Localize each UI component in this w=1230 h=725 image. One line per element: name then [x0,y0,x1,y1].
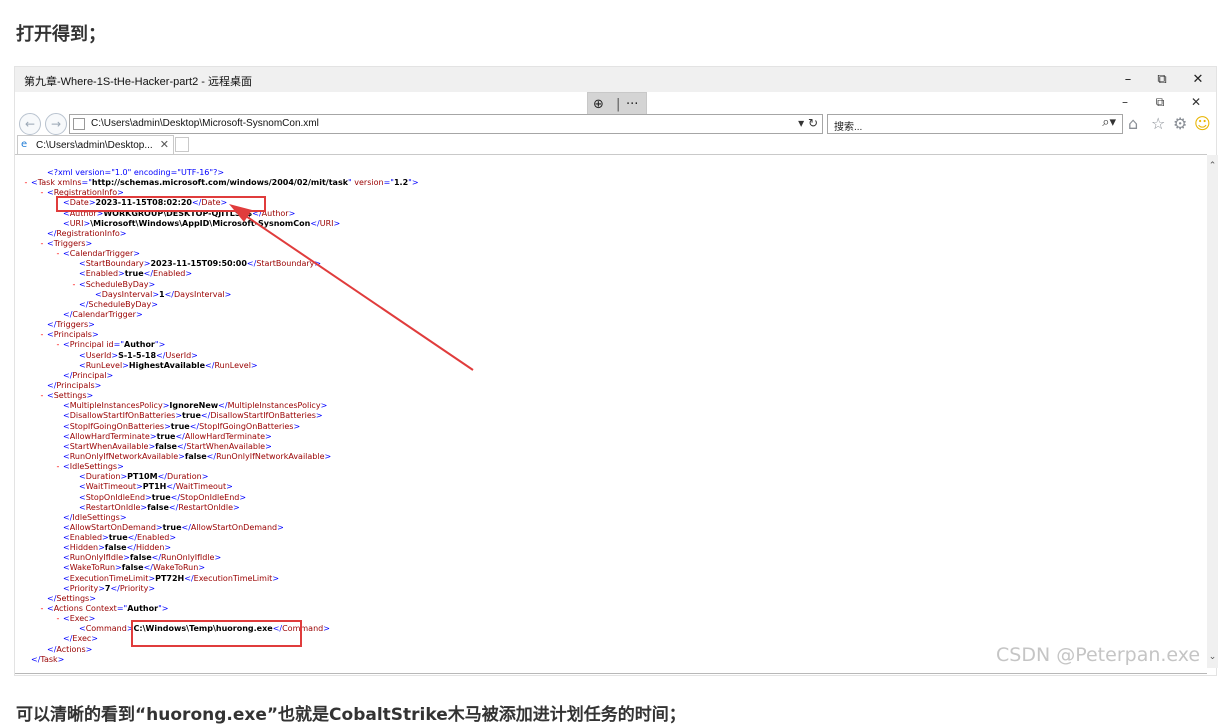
annotation-arrow [229,204,474,371]
arrow-shaft [236,209,474,371]
csdn-watermark: CSDN @Peterpan.exe [996,644,1201,666]
article-heading: 打开得到； [16,24,106,45]
remote-desktop-window: 第九章-Where-1S-tHe-Hacker-part2 - 远程桌面 – ⧉… [14,66,1218,676]
arrow-head [229,204,252,222]
article-caption: 可以清晰的看到“huorong.exe”也就是CobaltStrike木马被添加… [16,705,686,725]
